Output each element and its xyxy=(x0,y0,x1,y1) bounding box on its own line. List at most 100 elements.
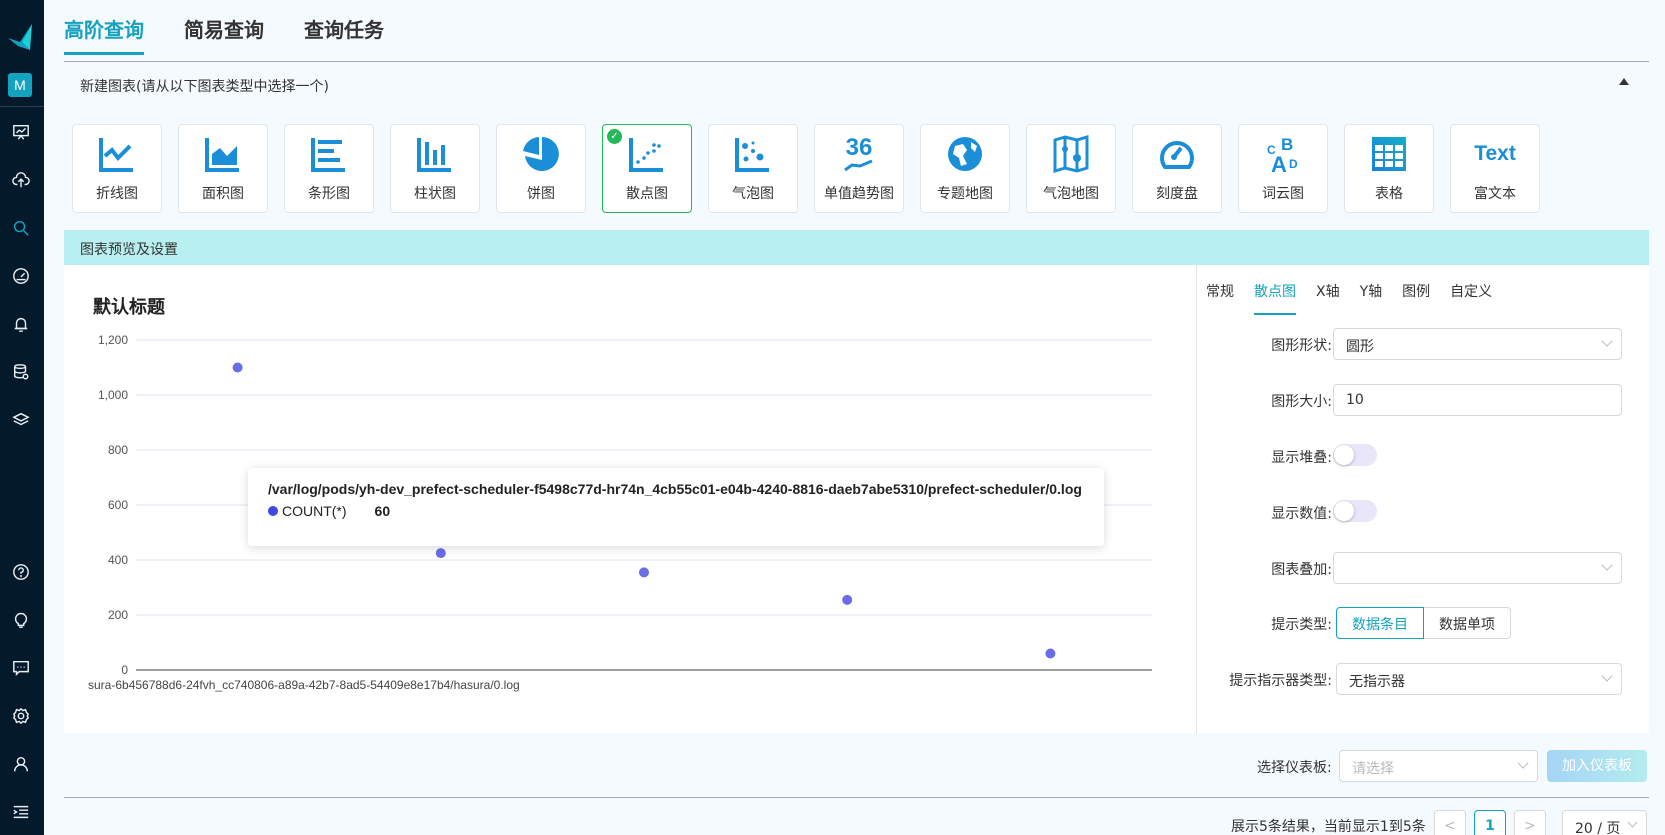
shape-select[interactable]: 圆形 xyxy=(1333,328,1622,360)
chart-type-column[interactable]: 柱状图 xyxy=(390,124,480,213)
single-value-trend-icon: 36 xyxy=(838,133,880,175)
tab-advanced-query[interactable]: 高阶查询 xyxy=(64,14,144,55)
bird-logo-icon[interactable] xyxy=(4,22,38,52)
bottom-divider xyxy=(64,797,1649,798)
scatter-point[interactable] xyxy=(232,362,243,373)
tabs-divider xyxy=(64,61,1649,62)
y-tick-label: 0 xyxy=(121,663,128,677)
svg-text:A: A xyxy=(1271,152,1287,174)
y-tick-label: 1,200 xyxy=(98,333,128,347)
chart-type-table[interactable]: 表格 xyxy=(1344,124,1434,213)
help-icon[interactable] xyxy=(10,561,32,583)
chart-type-label: 气泡图 xyxy=(732,186,774,202)
chat-icon[interactable] xyxy=(10,657,32,679)
gauge-icon xyxy=(1156,133,1198,175)
y-tick-label: 600 xyxy=(108,498,128,512)
stack-row: 显示堆叠: xyxy=(1197,440,1650,472)
search-icon[interactable] xyxy=(10,217,32,239)
tab-query-tasks[interactable]: 查询任务 xyxy=(304,14,384,55)
settings-tab-x-axis[interactable]: X轴 xyxy=(1316,281,1340,315)
indicator-select[interactable]: 无指示器 xyxy=(1336,663,1622,695)
chart-type-bubble[interactable]: 气泡图 xyxy=(708,124,798,213)
globe-map-icon xyxy=(944,133,986,175)
chart-type-label: 专题地图 xyxy=(937,186,993,202)
dashboard-select[interactable]: 请选择 xyxy=(1339,750,1538,782)
series-dot-icon xyxy=(268,506,278,516)
chart-type-area[interactable]: 面积图 xyxy=(178,124,268,213)
word-cloud-icon: C B A D xyxy=(1262,133,1304,175)
overlay-row: 图表叠加: xyxy=(1197,552,1650,584)
bubble-map-icon xyxy=(1050,133,1092,175)
tip-type-data-item[interactable]: 数据单项 xyxy=(1424,607,1511,639)
chart-settings-panel: 常规 散点图 X轴 Y轴 图例 自定义 图形形状: 圆形 图形大小: 10 显示… xyxy=(1196,265,1649,733)
table-icon xyxy=(1368,133,1410,175)
speedometer-icon[interactable] xyxy=(10,265,32,287)
settings-tab-legend[interactable]: 图例 xyxy=(1402,281,1430,315)
overlay-select[interactable] xyxy=(1333,552,1622,584)
chart-type-bubble-map[interactable]: 气泡地图 xyxy=(1026,124,1116,213)
size-input[interactable]: 10 xyxy=(1333,384,1622,416)
cloud-upload-icon[interactable] xyxy=(10,169,32,191)
user-icon[interactable] xyxy=(10,753,32,775)
settings-tab-y-axis[interactable]: Y轴 xyxy=(1360,281,1383,315)
workspace-avatar[interactable]: M xyxy=(8,73,32,97)
layers-icon[interactable] xyxy=(10,409,32,431)
chart-type-label: 表格 xyxy=(1375,186,1403,202)
area-chart-icon xyxy=(202,133,244,175)
overlay-label: 图表叠加: xyxy=(1271,562,1332,578)
settings-tab-general[interactable]: 常规 xyxy=(1206,281,1234,315)
prev-page-button[interactable]: < xyxy=(1434,810,1466,835)
bubble-chart-icon xyxy=(732,133,774,175)
pie-chart-icon xyxy=(520,133,562,175)
settings-tab-scatter[interactable]: 散点图 xyxy=(1254,281,1296,315)
show-values-row: 显示数值: xyxy=(1197,496,1650,528)
page-size-select[interactable]: 20 / 页 xyxy=(1562,810,1647,835)
stack-toggle[interactable] xyxy=(1333,444,1377,466)
tooltip-value: 60 xyxy=(374,503,391,519)
page-1-button[interactable]: 1 xyxy=(1474,810,1506,835)
dashboard-presentation-icon[interactable] xyxy=(10,121,32,143)
y-tick-label: 1,000 xyxy=(98,388,128,402)
chart-type-label: 富文本 xyxy=(1474,186,1516,202)
chart-type-bar[interactable]: 条形图 xyxy=(284,124,374,213)
scatter-point[interactable] xyxy=(1045,648,1056,659)
chart-type-word-cloud[interactable]: C B A D 词云图 xyxy=(1238,124,1328,213)
menu-indent-icon[interactable] xyxy=(10,801,32,823)
chart-type-line[interactable]: 折线图 xyxy=(72,124,162,213)
settings-icon[interactable] xyxy=(10,705,32,727)
chart-type-rich-text[interactable]: Text 富文本 xyxy=(1450,124,1540,213)
next-page-button[interactable]: > xyxy=(1514,810,1546,835)
tooltip-series-name: COUNT(*) xyxy=(282,503,347,519)
chart-type-label: 柱状图 xyxy=(414,186,456,202)
chart-type-scatter[interactable]: ✓ 散点图 xyxy=(602,124,692,213)
bell-icon[interactable] xyxy=(10,313,32,335)
chart-type-gauge[interactable]: 刻度盘 xyxy=(1132,124,1222,213)
tip-type-data-entry[interactable]: 数据条目 xyxy=(1336,607,1424,639)
preview-settings-header: 图表预览及设置 xyxy=(64,230,1649,265)
lightbulb-icon[interactable] xyxy=(10,609,32,631)
dashboard-label: 选择仪表板: xyxy=(1257,760,1332,776)
size-value: 10 xyxy=(1346,392,1364,408)
add-to-dashboard-button[interactable]: 加入仪表板 xyxy=(1547,750,1647,782)
preview-settings-title: 图表预览及设置 xyxy=(80,242,178,258)
scatter-point[interactable] xyxy=(842,594,853,605)
chart-type-thematic-map[interactable]: 专题地图 xyxy=(920,124,1010,213)
chevron-down-icon xyxy=(1601,670,1613,682)
chart-preview-panel: 默认标题 0 200 400 600 800 1,000 1,200 sura-6b45678… xyxy=(64,265,1196,733)
chart-type-label: 条形图 xyxy=(308,186,350,202)
tab-simple-query[interactable]: 简易查询 xyxy=(184,14,264,55)
chart-type-single-value-trend[interactable]: 36 单值趋势图 xyxy=(814,124,904,213)
show-values-label: 显示数值: xyxy=(1271,506,1332,522)
collapse-caret-icon[interactable] xyxy=(1619,78,1629,85)
settings-tab-custom[interactable]: 自定义 xyxy=(1450,281,1492,315)
scatter-chart-icon xyxy=(626,133,668,175)
scatter-point[interactable] xyxy=(639,567,649,578)
chart-type-pie[interactable]: 饼图 xyxy=(496,124,586,213)
show-values-toggle[interactable] xyxy=(1333,500,1377,522)
indicator-label: 提示指示器类型: xyxy=(1229,673,1332,689)
y-tick-label: 200 xyxy=(108,608,128,622)
shape-label: 图形形状: xyxy=(1271,338,1332,354)
database-settings-icon[interactable] xyxy=(10,361,32,383)
shape-row: 图形形状: 圆形 xyxy=(1197,328,1650,360)
scatter-point[interactable] xyxy=(435,548,446,559)
